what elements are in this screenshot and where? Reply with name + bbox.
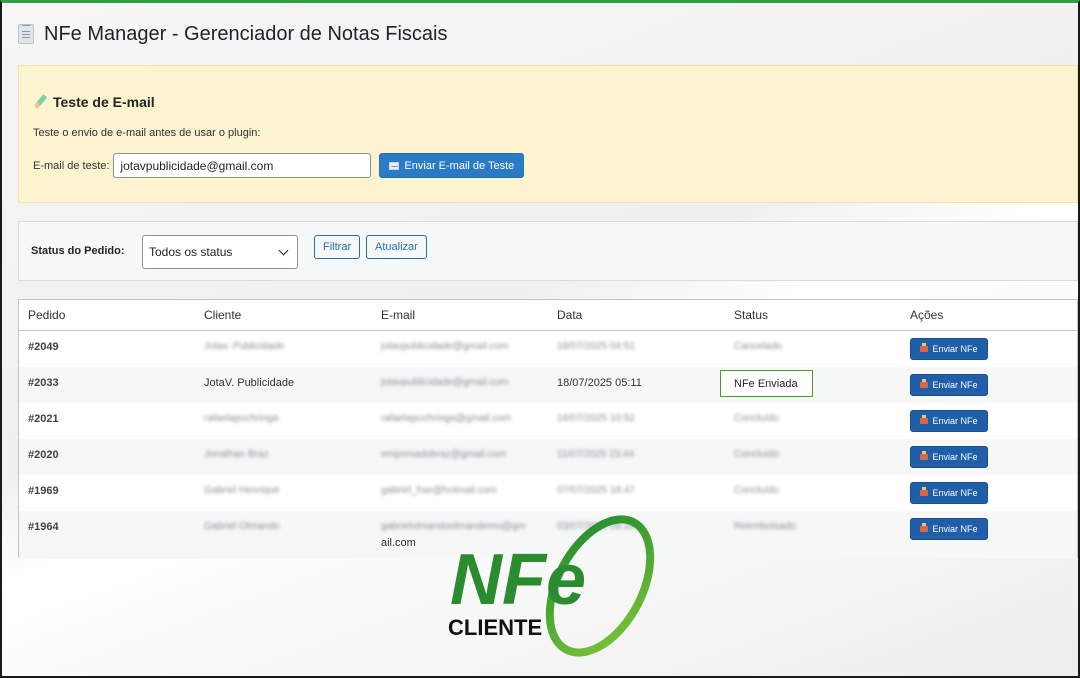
- column-header-client: Cliente: [204, 308, 242, 322]
- order-status: Concluído: [734, 485, 780, 496]
- send-test-email-button[interactable]: Enviar E-mail de Teste: [379, 153, 525, 178]
- send-nfe-button[interactable]: Enviar NFe: [910, 338, 988, 360]
- table-header: Pedido Cliente E-mail Data Status Ações: [19, 300, 1077, 331]
- outbox-icon: [920, 415, 929, 424]
- outbox-icon: [920, 487, 929, 496]
- outbox-icon: [920, 451, 929, 460]
- outbox-icon: [920, 343, 929, 352]
- table-row: #2021 rafaelapuchringa rafaelapuchringa@…: [19, 403, 1077, 439]
- email-test-panel: Teste de E-mail Teste o envio de e-mail …: [18, 65, 1078, 203]
- send-nfe-button[interactable]: Enviar NFe: [910, 518, 988, 540]
- app-window: NFe Manager - Gerenciador de Notas Fisca…: [0, 0, 1080, 678]
- email-test-title: Teste de E-mail: [53, 94, 155, 110]
- email-field[interactable]: [113, 153, 372, 178]
- order-date: 18/07/2025 05:11: [557, 377, 642, 389]
- order-date: 16/07/2025 10:52: [557, 413, 635, 424]
- outbox-icon: [920, 523, 929, 532]
- document-icon: [18, 24, 34, 44]
- mail-icon: [389, 161, 400, 170]
- pencil-icon: [33, 95, 47, 109]
- send-nfe-label: Enviar NFe: [932, 344, 978, 354]
- send-nfe-label: Enviar NFe: [932, 488, 978, 498]
- order-id[interactable]: #2033: [28, 377, 59, 389]
- column-header-email: E-mail: [381, 308, 416, 322]
- client-name: Gabriel Olmando: [204, 521, 280, 532]
- client-name: JotaV. Publicidade: [204, 377, 295, 389]
- send-nfe-label: Enviar NFe: [932, 416, 978, 426]
- logo-brand: NFe: [450, 540, 586, 620]
- status-badge: NFe Enviada: [720, 370, 813, 397]
- email-test-heading: Teste de E-mail: [33, 94, 155, 110]
- client-name: Jotav. Publicidade: [204, 341, 285, 352]
- client-email: jotavpublicidade@gmail.com: [381, 377, 509, 388]
- email-test-row: E-mail de teste: Enviar E-mail de Teste: [33, 153, 525, 178]
- order-status-label: Status do Pedido:: [31, 245, 125, 257]
- page-header: NFe Manager - Gerenciador de Notas Fisca…: [18, 19, 448, 49]
- chevron-down-icon: [278, 245, 289, 255]
- client-email: gabriel_hse@hotmail.com: [381, 485, 497, 496]
- order-id[interactable]: #1964: [28, 521, 59, 533]
- client-name: Jonathan Braz: [204, 449, 269, 460]
- column-header-date: Data: [557, 308, 583, 322]
- client-email-wrap: ail.com: [381, 537, 416, 549]
- order-id[interactable]: #1969: [28, 485, 59, 497]
- client-name: Gabriel Henrique: [204, 485, 280, 496]
- order-id[interactable]: #2021: [28, 413, 59, 425]
- outbox-icon: [920, 379, 929, 388]
- table-row: #2033 JotaV. Publicidade jotavpublicidad…: [19, 367, 1077, 403]
- send-test-email-label: Enviar E-mail de Teste: [404, 159, 515, 172]
- order-status: Concluído: [734, 449, 780, 460]
- order-status: Reembolsado: [734, 521, 796, 532]
- client-name: rafaelapuchringa: [204, 413, 279, 424]
- order-date: 07/07/2025 18:47: [557, 485, 635, 496]
- send-nfe-button[interactable]: Enviar NFe: [910, 446, 988, 468]
- email-test-description: Teste o envio de e-mail antes de usar o …: [33, 127, 261, 139]
- send-nfe-label: Enviar NFe: [932, 524, 978, 534]
- order-id[interactable]: #2049: [28, 341, 59, 353]
- client-email: jotavpublicidade@gmail.com: [381, 341, 509, 352]
- order-status: Cancelado: [734, 341, 782, 352]
- client-email: empresadobraz@gmail.com: [381, 449, 507, 460]
- email-field-label: E-mail de teste:: [33, 159, 110, 172]
- logo-subtitle: CLIENTE: [448, 615, 542, 640]
- column-header-actions: Ações: [910, 308, 944, 322]
- table-row: #2049 Jotav. Publicidade jotavpublicidad…: [19, 331, 1077, 367]
- nfe-cliente-logo: NFe CLIENTE: [448, 515, 655, 657]
- order-id[interactable]: #2020: [28, 449, 59, 461]
- filter-panel: Status do Pedido: Todos os status Filtra…: [18, 221, 1078, 281]
- order-status-select[interactable]: Todos os status: [142, 235, 298, 269]
- table-row: #1969 Gabriel Henrique gabriel_hse@hotma…: [19, 475, 1077, 511]
- update-button[interactable]: Atualizar: [366, 235, 427, 259]
- send-nfe-button[interactable]: Enviar NFe: [910, 410, 988, 432]
- column-header-order: Pedido: [28, 308, 66, 322]
- page-title: NFe Manager - Gerenciador de Notas Fisca…: [44, 22, 448, 45]
- column-header-status: Status: [734, 308, 769, 322]
- send-nfe-label: Enviar NFe: [932, 452, 978, 462]
- order-status: Concluído: [734, 413, 780, 424]
- table-row: #2020 Jonathan Braz empresadobraz@gmail.…: [19, 439, 1077, 475]
- order-date: 11/07/2025 23:44: [557, 449, 635, 460]
- send-nfe-label: Enviar NFe: [932, 380, 978, 390]
- order-status-selected: Todos os status: [149, 245, 233, 259]
- filter-button[interactable]: Filtrar: [314, 235, 361, 259]
- order-date: 18/07/2025 04:51: [557, 341, 635, 352]
- client-email: rafaelapuchringa@gmail.com: [381, 413, 512, 424]
- send-nfe-button[interactable]: Enviar NFe: [910, 482, 988, 504]
- send-nfe-button[interactable]: Enviar NFe: [910, 374, 988, 396]
